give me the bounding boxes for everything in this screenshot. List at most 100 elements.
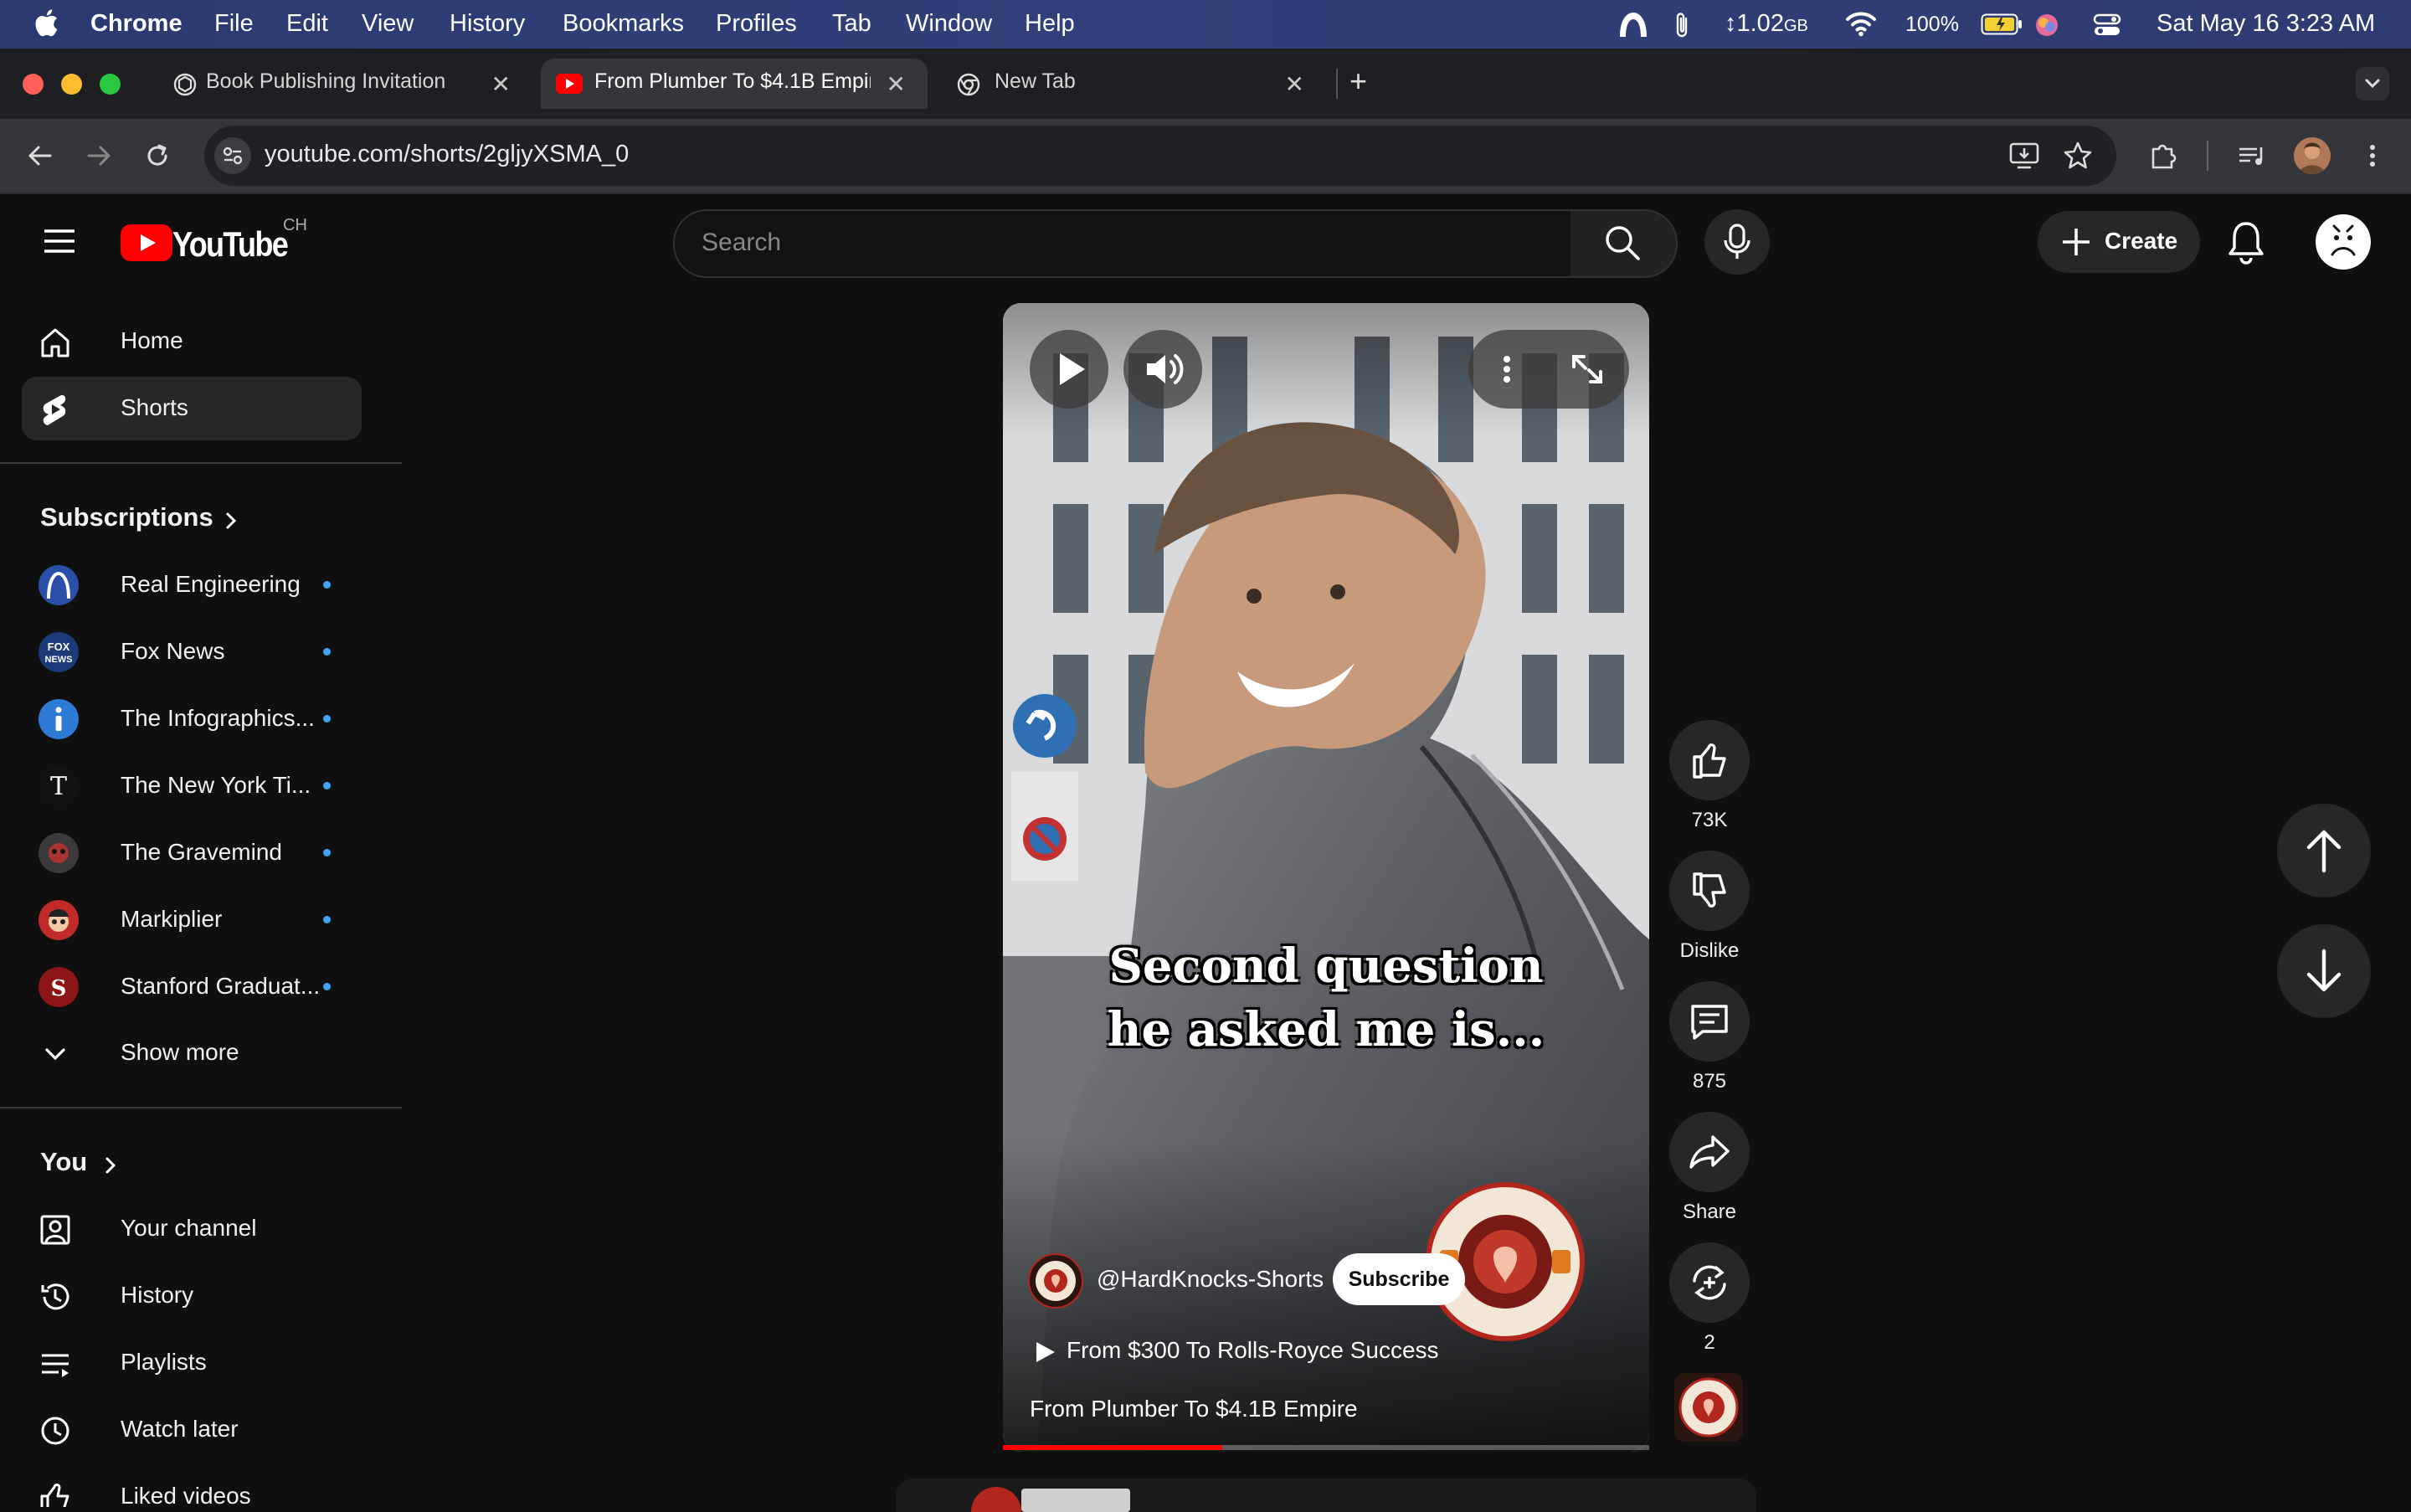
- sidebar-item-shorts[interactable]: Shorts: [22, 377, 362, 440]
- battery-icon[interactable]: [1981, 13, 2023, 35]
- account-avatar[interactable]: [2316, 214, 2371, 270]
- menu-help[interactable]: Help: [1025, 10, 1075, 38]
- video-progress-track[interactable]: [1003, 1445, 1649, 1450]
- subscribe-button[interactable]: Subscribe: [1333, 1253, 1465, 1305]
- back-arrow-icon[interactable]: [25, 141, 55, 171]
- audio-source-thumbnail[interactable]: [1674, 1373, 1743, 1442]
- menu-tab[interactable]: Tab: [832, 10, 871, 38]
- notifications-bell-icon[interactable]: [2227, 219, 2265, 265]
- menu-profiles[interactable]: Profiles: [716, 10, 797, 38]
- macos-menu-bar: Chrome File Edit View History Bookmarks …: [0, 0, 2411, 49]
- sad-face-avatar-icon: [2331, 224, 2356, 256]
- forward-arrow-icon[interactable]: [84, 141, 114, 171]
- window-close-button[interactable]: [23, 74, 44, 95]
- subscription-label: Stanford Graduat...: [121, 973, 321, 999]
- short-title[interactable]: From Plumber To $4.1B Empire: [1030, 1396, 1358, 1422]
- sidebar-item-history[interactable]: History: [22, 1264, 362, 1328]
- menu-history[interactable]: History: [450, 10, 525, 38]
- sidebar-item-label: History: [121, 1282, 194, 1308]
- control-center-icon[interactable]: [2093, 13, 2121, 38]
- menubar-clock[interactable]: Sat May 16 3:23 AM: [2157, 10, 2375, 38]
- dislike-button[interactable]: [1669, 851, 1750, 931]
- chevron-right-icon: [105, 1157, 116, 1174]
- mute-button[interactable]: [1123, 330, 1202, 409]
- sound-title-link[interactable]: From $300 To Rolls-Royce Success: [1067, 1337, 1439, 1364]
- like-button[interactable]: [1669, 720, 1750, 800]
- comments-button[interactable]: [1669, 981, 1750, 1062]
- subscription-real-engineering[interactable]: Real Engineering: [22, 553, 362, 616]
- sidebar-divider: [0, 1107, 402, 1108]
- voice-search-button[interactable]: [1704, 209, 1770, 275]
- next-short-preview[interactable]: [896, 1479, 1756, 1512]
- arc-status-icon[interactable]: [1617, 10, 1649, 39]
- window-zoom-button[interactable]: [100, 74, 121, 95]
- color-ui-status-icon[interactable]: [2034, 13, 2059, 38]
- menu-view[interactable]: View: [362, 10, 414, 38]
- reload-icon[interactable]: [142, 141, 172, 171]
- subscription-the-gravemind[interactable]: The Gravemind: [22, 820, 362, 884]
- menu-edit[interactable]: Edit: [286, 10, 328, 38]
- profile-avatar[interactable]: [2294, 137, 2331, 174]
- search-input[interactable]: [700, 221, 1557, 265]
- svg-text:S: S: [51, 976, 67, 1001]
- svg-text:FOX: FOX: [48, 640, 70, 653]
- next-short-button[interactable]: [2277, 924, 2371, 1018]
- history-icon: [41, 1283, 69, 1310]
- create-button[interactable]: Create: [2038, 211, 2200, 273]
- tab-new-tab[interactable]: New Tab ✕: [933, 59, 1326, 109]
- share-button[interactable]: [1669, 1112, 1750, 1192]
- fullscreen-expand-icon[interactable]: [1562, 330, 1612, 409]
- guide-menu-icon[interactable]: [42, 226, 77, 256]
- media-queue-icon[interactable]: [2235, 139, 2269, 172]
- tab-close-icon[interactable]: ✕: [1285, 70, 1304, 98]
- new-content-dot: [323, 782, 331, 789]
- tab-youtube-short[interactable]: From Plumber To $4.1B Empir ✕: [541, 59, 928, 109]
- tab-close-icon[interactable]: ✕: [491, 70, 511, 98]
- subscription-the-infographics[interactable]: The Infographics...: [22, 687, 362, 750]
- url-text[interactable]: youtube.com/shorts/2gljyXSMA_0: [265, 141, 629, 168]
- subscription-fox-news[interactable]: FOX NEWS Fox News: [22, 620, 362, 683]
- previous-short-button[interactable]: [2277, 804, 2371, 897]
- chevron-right-icon: [226, 512, 237, 529]
- site-info-button[interactable]: [214, 137, 251, 174]
- bookmark-star-icon[interactable]: [2061, 139, 2095, 172]
- channel-handle-link[interactable]: @HardKnocks-Shorts: [1097, 1266, 1324, 1293]
- extensions-puzzle-icon[interactable]: [2146, 139, 2180, 172]
- apple-icon[interactable]: [33, 8, 59, 38]
- play-button[interactable]: [1030, 330, 1108, 409]
- menu-window[interactable]: Window: [906, 10, 992, 38]
- sidebar-item-watch-later[interactable]: Watch later: [22, 1398, 362, 1462]
- chevron-down-icon: [45, 1048, 65, 1061]
- sidebar-item-liked-videos[interactable]: Liked videos: [22, 1465, 362, 1507]
- channel-avatar[interactable]: [1028, 1253, 1083, 1309]
- subscription-markiplier[interactable]: Markiplier: [22, 887, 362, 951]
- tab-book-publishing[interactable]: Book Publishing Invitation ✕: [134, 59, 532, 109]
- remix-button[interactable]: [1669, 1242, 1750, 1323]
- wifi-icon[interactable]: [1845, 10, 1877, 37]
- you-header[interactable]: You: [22, 1145, 189, 1182]
- sidebar-item-home[interactable]: Home: [22, 310, 362, 373]
- new-tab-plus-icon[interactable]: +: [1349, 64, 1367, 99]
- more-options-icon[interactable]: [1490, 330, 1524, 409]
- youtube-wordmark: YouTube: [172, 224, 289, 264]
- tab-search-button[interactable]: [2356, 67, 2389, 100]
- subscription-stanford[interactable]: S Stanford Graduat...: [22, 954, 362, 1018]
- tab-close-icon[interactable]: ✕: [887, 70, 906, 98]
- chrome-menu-icon[interactable]: [2362, 139, 2383, 172]
- subscription-nyt[interactable]: T The New York Ti...: [22, 753, 362, 817]
- show-more-button[interactable]: Show more: [22, 1021, 362, 1085]
- menu-bookmarks[interactable]: Bookmarks: [563, 10, 684, 38]
- sidebar-item-playlists[interactable]: Playlists: [22, 1331, 362, 1395]
- svg-text:T: T: [50, 772, 67, 801]
- sidebar-item-your-channel[interactable]: Your channel: [22, 1197, 362, 1261]
- sidebar-item-label: Liked videos: [121, 1483, 251, 1507]
- window-minimize-button[interactable]: [61, 74, 82, 95]
- memory-usage: ↕1.02GB: [1725, 10, 1808, 37]
- menu-app-name[interactable]: Chrome: [90, 10, 182, 38]
- menu-file[interactable]: File: [214, 10, 254, 38]
- search-button[interactable]: [1570, 209, 1678, 278]
- paperclip-icon[interactable]: [1673, 10, 1691, 40]
- subscriptions-header[interactable]: Subscriptions: [22, 501, 273, 537]
- youtube-logo[interactable]: YouTube: [121, 221, 296, 265]
- install-app-icon[interactable]: [2007, 139, 2041, 172]
